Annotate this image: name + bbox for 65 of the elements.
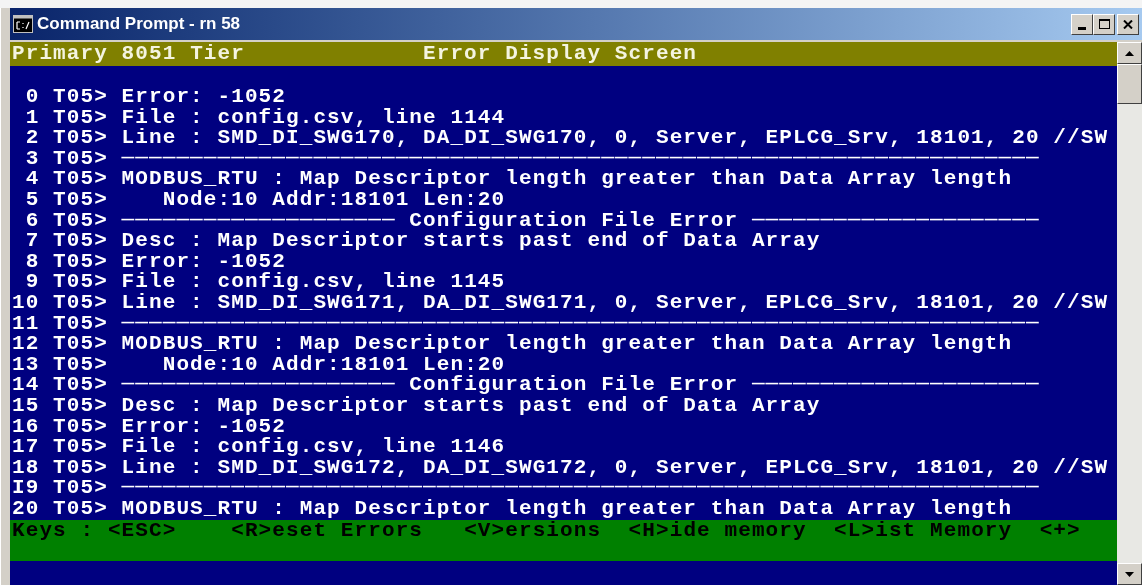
line-number: 13 [12,354,40,376]
line-number: 1 [24,107,40,129]
line-number: 17 [12,437,40,458]
console-line: T05> Error: -1052 [53,87,286,108]
line-number: 7 [24,231,40,252]
console-line: T05> ─────────────────────────────────────────────────────────────────── [53,148,1040,170]
screen-name: Primary 8051 Tier [12,43,246,65]
line-number: 2 [24,128,40,149]
up-arrow-icon [1125,50,1134,56]
line-number: I9 [12,478,40,499]
scroll-thumb[interactable] [1117,64,1142,104]
line-number: 4 [24,169,40,190]
console-line: T05> Desc : Map Descriptor starts past end of Data Array [53,395,821,417]
close-button[interactable] [1117,13,1139,35]
line-number: 8 [24,251,40,273]
console-line: T05> Node:10 Addr:18101 Len:20 [53,354,506,376]
console-line: T05> ──────────────────── Configuration File Error ───────────────────── [53,210,1040,232]
line-number: 9 [24,272,40,293]
console-line: T05> Node:10 Addr:18101 Len:20 [53,189,506,211]
console-line: T05> ─────────────────────────────────────────────────────────────────── [53,478,1040,499]
console-line: T05> Error: -1052 [53,416,286,438]
close-icon [1123,19,1133,29]
minimize-icon [1078,26,1086,30]
console-line: T05> Line : SMD_DI_SWG171, DA_DI_SWG171, 0, Server, EPLCG_Srv, 18101, 20 //SW [53,292,1109,314]
key-hint: <H>ide memory [628,520,807,542]
line-number: 3 [24,148,40,170]
console-line: T05> File : config.csv, line 1145 [53,272,506,293]
console-app-icon [13,15,33,33]
line-number: 14 [12,375,40,396]
screen-title: Error Display Screen [423,43,698,65]
key-hint: <R>eset Errors [231,520,424,542]
line-number: 15 [12,395,40,417]
maximize-button[interactable] [1093,13,1115,35]
scroll-up-button[interactable] [1117,42,1142,64]
console-line: T05> ─────────────────────────────────────────────────────────────────── [53,313,1040,335]
line-number: 6 [24,210,40,232]
minimize-button[interactable] [1071,13,1093,35]
maximize-icon [1098,19,1110,29]
key-hint: <+> [1039,520,1081,542]
console-line: T05> MODBUS_RTU : Map Descriptor length greater than Data Array length [53,498,1013,520]
line-number: 0 [24,87,40,108]
line-number: 20 [12,498,40,520]
console-line: T05> MODBUS_RTU : Map Descriptor length greater than Data Array length [53,334,1013,355]
key-hint: <ESC> [107,520,177,542]
line-number: 16 [12,416,40,438]
console-line: T05> File : config.csv, line 1144 [53,107,506,129]
down-arrow-icon [1125,571,1134,577]
console-line: T05> ──────────────────── Configuration File Error ───────────────────── [53,375,1040,396]
console-line: T05> Line : SMD_DI_SWG170, DA_DI_SWG170, 0, Server, EPLCG_Srv, 18101, 20 //SW [53,128,1109,149]
line-number: 18 [12,457,40,479]
console-line: T05> MODBUS_RTU : Map Descriptor length greater than Data Array length [53,169,1013,190]
scroll-down-button[interactable] [1117,563,1142,585]
line-number: 5 [24,189,40,211]
line-number: 10 [12,292,40,314]
scrollbar[interactable] [1117,42,1142,585]
console-line: T05> Line : SMD_DI_SWG172, DA_DI_SWG172, 0, Server, EPLCG_Srv, 18101, 20 //SW [53,457,1109,479]
line-number: 12 [12,334,40,355]
console-line: T05> Error: -1052 [53,251,286,273]
line-number: 11 [12,313,40,335]
key-hint: <V>ersions [464,520,602,542]
keys-label: Keys : [12,520,95,542]
console-line: T05> File : config.csv, line 1146 [53,437,506,458]
key-hint: <L>ist Memory [834,520,1013,542]
window-title: Command Prompt - rn 58 [37,13,241,36]
console-line: T05> Desc : Map Descriptor starts past end of Data Array [53,231,821,252]
